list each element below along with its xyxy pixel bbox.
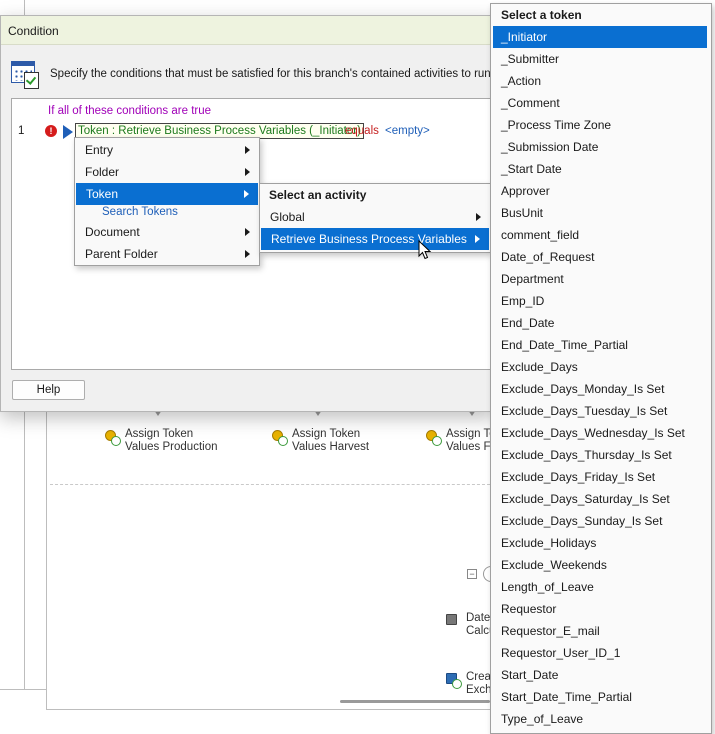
token-menu-item[interactable]: Exclude_Days_Thursday_Is Set bbox=[491, 444, 711, 466]
token-menu-item[interactable]: Length_of_Leave bbox=[491, 576, 711, 598]
token-menu-item[interactable]: _Action bbox=[491, 70, 711, 92]
workflow-activity[interactable]: Assign To Values Fa bbox=[426, 428, 497, 454]
token-menu-item[interactable]: Exclude_Days_Friday_Is Set bbox=[491, 466, 711, 488]
token-menu-item[interactable]: Date_of_Request bbox=[491, 246, 711, 268]
token-menu-item[interactable]: Emp_ID bbox=[491, 290, 711, 312]
token-menu-item[interactable]: Exclude_Days_Tuesday_Is Set bbox=[491, 400, 711, 422]
assign-token-icon bbox=[426, 430, 442, 446]
token-menu-item[interactable]: _Initiator bbox=[493, 26, 707, 48]
conditions-header[interactable]: If all of these conditions are true bbox=[48, 105, 211, 117]
description-text: Specify the conditions that must be sati… bbox=[50, 68, 494, 80]
menu-item-label: Document bbox=[85, 225, 140, 239]
mouse-cursor-icon bbox=[418, 240, 432, 260]
token-menu-item[interactable]: Start_Date_Time_Partial bbox=[491, 686, 711, 708]
condition-operator[interactable]: equals bbox=[345, 125, 379, 137]
assign-token-icon bbox=[272, 430, 288, 446]
activity-label: Assign Token Values Harvest bbox=[292, 428, 370, 453]
calculator-icon bbox=[446, 614, 462, 630]
canvas-border bbox=[46, 709, 506, 710]
workflow-activity[interactable]: Assign Token Values Harvest bbox=[272, 428, 369, 454]
token-menu-item[interactable]: End_Date bbox=[491, 312, 711, 334]
submenu-arrow-icon bbox=[245, 146, 250, 154]
token-menu-item[interactable]: Exclude_Days_Wednesday_Is Set bbox=[491, 422, 711, 444]
token-menu-item[interactable]: Approver bbox=[491, 180, 711, 202]
token-source-menu: Entry Folder Token Search Tokens Documen… bbox=[74, 137, 260, 266]
token-menu-item[interactable]: Type_of_Leave bbox=[491, 708, 711, 730]
menu-item-label: Entry bbox=[85, 143, 114, 157]
calendar-checklist-icon bbox=[10, 58, 42, 90]
menu-item-retrieve-bp-variables[interactable]: Retrieve Business Process Variables bbox=[261, 228, 489, 250]
dialog-description: Specify the conditions that must be sati… bbox=[10, 58, 494, 90]
token-menu-item[interactable]: _Process Time Zone bbox=[491, 114, 711, 136]
activity-menu-header: Select an activity bbox=[269, 188, 367, 202]
token-menu-item[interactable]: Exclude_Days_Monday_Is Set bbox=[491, 378, 711, 400]
token-menu-item[interactable]: Department bbox=[491, 268, 711, 290]
error-icon: ! bbox=[45, 125, 57, 137]
menu-item-folder[interactable]: Folder bbox=[75, 161, 259, 183]
token-menu-item[interactable]: End_Date_Time_Partial bbox=[491, 334, 711, 356]
token-menu-item[interactable]: Exclude_Days bbox=[491, 356, 711, 378]
menu-item-label: Token bbox=[86, 187, 119, 201]
token-menu-item[interactable]: comment_field bbox=[491, 224, 711, 246]
submenu-arrow-icon bbox=[245, 228, 250, 236]
token-menu: Select a token _Initiator _Submitter _Acti… bbox=[490, 3, 712, 734]
workflow-activity[interactable]: Assign Token Values Production bbox=[105, 428, 217, 454]
menu-item-entry[interactable]: Entry bbox=[75, 139, 259, 161]
token-menu-header: Select a token bbox=[501, 8, 582, 22]
token-menu-item[interactable]: Requestor bbox=[491, 598, 711, 620]
token-menu-item[interactable]: _Comment bbox=[491, 92, 711, 114]
condition-row-number: 1 bbox=[18, 125, 25, 137]
menu-item-label: Folder bbox=[85, 165, 120, 179]
token-menu-item[interactable]: Exclude_Weekends bbox=[491, 554, 711, 576]
dialog-title: Condition bbox=[1, 16, 496, 45]
menu-item-label: Parent Folder bbox=[85, 247, 158, 261]
token-menu-item[interactable]: _Start Date bbox=[491, 158, 711, 180]
branch-divider bbox=[50, 484, 490, 485]
submenu-arrow-icon bbox=[475, 235, 480, 243]
token-menu-item[interactable]: Exclude_Days_Sunday_Is Set bbox=[491, 510, 711, 532]
help-button[interactable]: Help bbox=[12, 380, 85, 400]
menu-item-global[interactable]: Global bbox=[260, 206, 490, 228]
token-menu-item[interactable]: _Submitter bbox=[491, 48, 711, 70]
submenu-arrow-icon bbox=[245, 250, 250, 258]
canvas-border bbox=[0, 689, 47, 690]
token-menu-item[interactable]: BusUnit bbox=[491, 202, 711, 224]
activity-menu: Select an activity Global Retrieve Busin… bbox=[259, 183, 491, 253]
assign-token-icon bbox=[105, 430, 121, 446]
create-exchange-icon bbox=[446, 673, 462, 689]
token-menu-item[interactable]: Exclude_Days_Saturday_Is Set bbox=[491, 488, 711, 510]
token-menu-item[interactable]: _Submission Date bbox=[491, 136, 711, 158]
token-menu-item[interactable]: Requestor_User_ID_1 bbox=[491, 642, 711, 664]
menu-item-token[interactable]: Token bbox=[76, 183, 258, 205]
submenu-arrow-icon bbox=[245, 168, 250, 176]
horizontal-scrollbar[interactable] bbox=[340, 700, 490, 703]
menu-item-parent-folder[interactable]: Parent Folder bbox=[75, 243, 259, 265]
play-arrow-icon[interactable] bbox=[63, 125, 73, 139]
workflow-activity[interactable]: Creat Exch bbox=[446, 671, 494, 697]
token-menu-item[interactable]: Requestor_E_mail bbox=[491, 620, 711, 642]
collapse-icon[interactable]: − bbox=[467, 569, 477, 579]
token-menu-items: _Initiator _Submitter _Action _Comment _Proc… bbox=[491, 26, 711, 730]
condition-value[interactable]: <empty> bbox=[385, 125, 430, 137]
token-menu-item[interactable]: Exclude_Holidays bbox=[491, 532, 711, 554]
submenu-arrow-icon bbox=[476, 213, 481, 221]
activity-label: Assign Token Values Production bbox=[125, 428, 218, 453]
canvas-border bbox=[46, 400, 47, 710]
token-menu-item[interactable]: Start_Date bbox=[491, 664, 711, 686]
menu-item-label: Global bbox=[270, 210, 305, 224]
submenu-arrow-icon bbox=[244, 190, 249, 198]
menu-item-document[interactable]: Document bbox=[75, 221, 259, 243]
workflow-activity[interactable]: Date Calcu bbox=[446, 612, 495, 638]
search-tokens-link[interactable]: Search Tokens bbox=[75, 205, 259, 221]
menu-item-label: Retrieve Business Process Variables bbox=[271, 232, 467, 246]
